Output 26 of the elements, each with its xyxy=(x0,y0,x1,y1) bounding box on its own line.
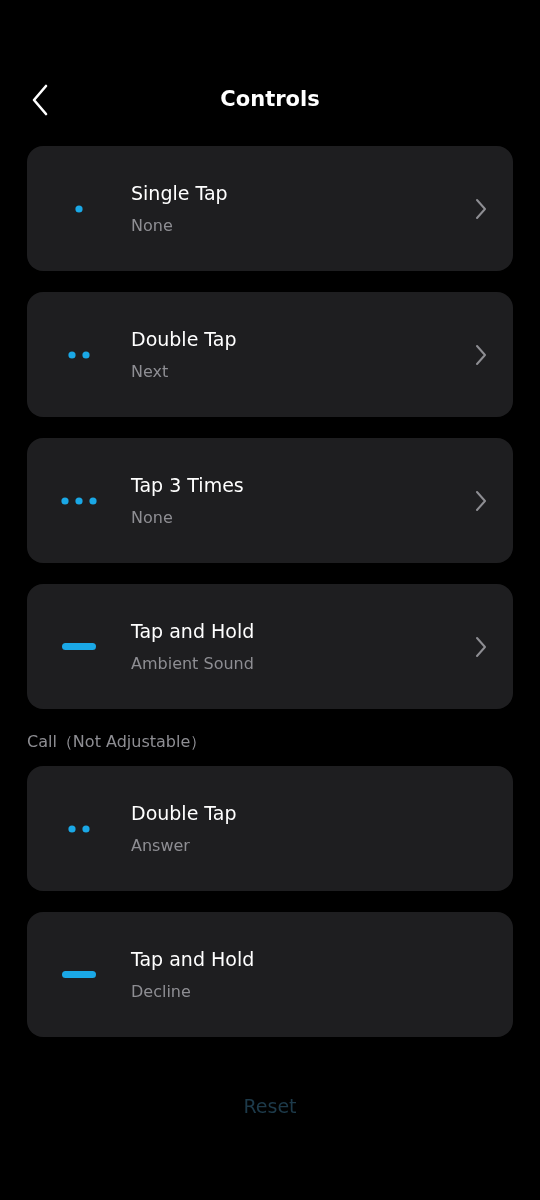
single-dot-icon xyxy=(75,204,83,213)
control-title: Double Tap xyxy=(131,327,237,353)
control-title: Single Tap xyxy=(131,181,228,207)
control-title: Tap and Hold xyxy=(131,947,255,973)
control-card[interactable]: Tap and Hold Ambient Sound xyxy=(27,584,513,709)
control-value: Decline xyxy=(131,980,191,1003)
control-title: Tap and Hold xyxy=(131,619,255,645)
control-value: None xyxy=(131,214,173,237)
control-value: Ambient Sound xyxy=(131,652,254,675)
three-dots-icon xyxy=(61,496,97,505)
control-card[interactable]: Double Tap Next xyxy=(27,292,513,417)
control-card[interactable]: Single Tap None xyxy=(27,146,513,271)
back-button[interactable] xyxy=(30,84,50,116)
control-title: Double Tap xyxy=(131,801,237,827)
control-card[interactable]: Tap 3 Times None xyxy=(27,438,513,563)
back-icon xyxy=(30,84,50,116)
long-dash-icon xyxy=(62,643,96,650)
section-label: Call（Not Adjustable） xyxy=(27,731,207,753)
long-dash-icon xyxy=(62,971,96,978)
control-value: Answer xyxy=(131,834,190,857)
control-value: Next xyxy=(131,360,169,383)
two-dots-icon xyxy=(68,350,90,359)
two-dots-icon xyxy=(68,824,90,833)
page-title: Controls xyxy=(220,86,320,113)
control-title: Tap 3 Times xyxy=(131,473,244,499)
control-value: None xyxy=(131,506,173,529)
